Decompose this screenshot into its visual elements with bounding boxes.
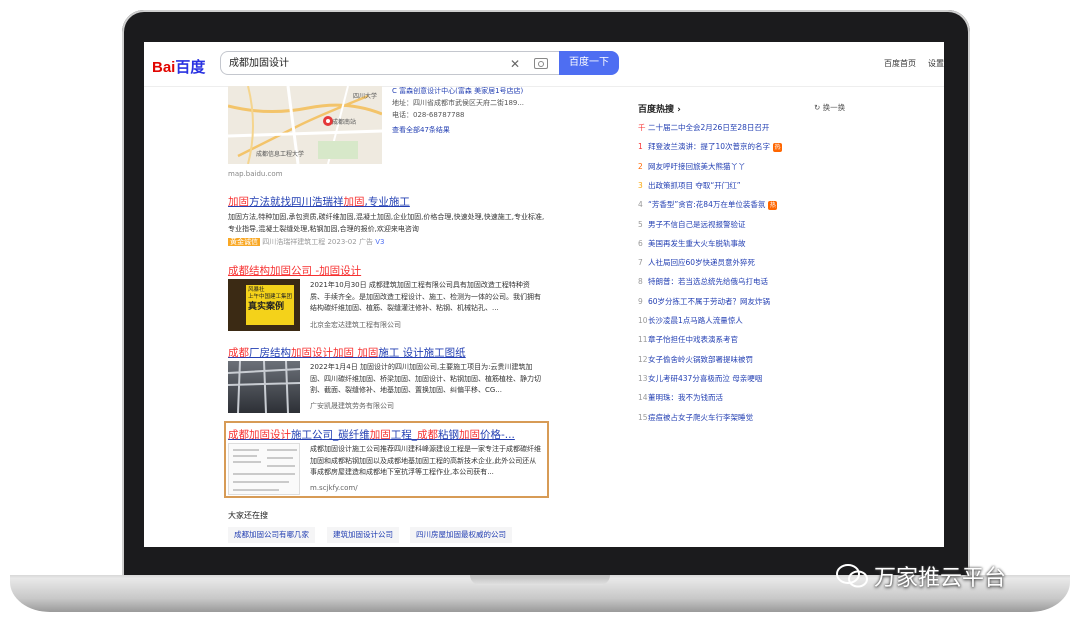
hot-list-text: 人社局回应60岁快递员意外猝死 [648,258,756,268]
result-3-snippet: 2022年1月4日 加固设计的四川加固公司,主要施工项目为:云贵川建筑加固、四川… [310,363,541,394]
also-search-chip[interactable]: 四川房屋加固最权威的公司 [410,527,512,543]
hot-list-item[interactable]: 6 美国再发生重大火车脱轨事故 [638,238,746,249]
hot-list-item[interactable]: 12女子偷舍岭火锅致部署提味被罚 [638,354,753,365]
hot-list-rank: 15 [638,412,648,422]
nav-settings-link[interactable]: 设置 [928,58,944,69]
result-1-source: 黄金诚信 四川浩瑞祥建筑工程 2023-02 广告 V3 [228,238,385,246]
result-3-title[interactable]: 成都厂房结构加固设计加固 加固施工 设计施工图纸 [228,345,550,360]
hot-badge: 热 [773,142,783,152]
result-2-source[interactable]: 北京金宏达建筑工程有限公司 [310,320,542,332]
map-label-school: 成都信息工程大学 [256,150,304,158]
watermark: 万家推云平台 [836,560,1006,592]
map-view-all-link[interactable]: 查看全部47条结果 [392,125,450,135]
hot-list-text: 网友呼吁接回旅美大熊猫丫丫 [648,161,746,171]
hot-list-item[interactable]: 3 出政策抓项目 夺取“开门红” [638,180,741,191]
hot-list-text: 董明珠：我不为钱而活 [648,393,723,403]
refresh-icon: ↻ [814,103,823,112]
wechat-icon [836,564,868,588]
hot-list-text: 拜登波兰演讲：提了10次普京的名字 [648,142,771,152]
hot-list-rank: 9 [638,296,643,306]
hot-list-item[interactable]: 10长沙凌晨1点马路人流量惊人 [638,315,743,326]
hot-list-item[interactable]: 11章子怡担任中戏表演系考官 [638,334,738,345]
hot-list-rank: 7 [638,258,643,268]
result-1: 加固方法就找四川浩瑞祥加固,专业施工 加固方法,特种加固,承包资质,碳纤维加固,… [228,194,550,247]
hot-list-rank: 14 [638,393,648,403]
hot-list-text: 出政策抓项目 夺取“开门红” [648,180,741,190]
hot-list-item[interactable]: 2 网友呼吁接回旅美大熊猫丫丫 [638,161,746,172]
hot-list-rank: 11 [638,335,648,345]
camera-icon[interactable] [534,58,548,69]
hot-list-rank: 6 [638,238,643,248]
result-3: 成都厂房结构加固设计加固 加固施工 设计施工图纸 [228,345,550,360]
result-2-snippet: 2021年10月30日 成都建筑加固工程有限公司具有加固改造工程特种资质、手续齐… [310,281,541,312]
hot-list-rank: 5 [638,219,643,229]
hot-list-rank: 13 [638,373,648,383]
hot-list-item[interactable]: 7 人社局回应60岁快递员意外猝死 [638,257,755,268]
hot-list-text: 特朗普：若当选总统先给俄乌打电话 [648,277,768,287]
hot-list-rank: 1 [638,142,643,152]
golden-badge: 黄金诚信 [228,238,260,246]
map-thumbnail[interactable]: 四川大学 成都南站 成都信息工程大学 [228,86,382,164]
hot-list-rank: 10 [638,316,648,325]
result-4-snippet: 成都加固设计施工公司推荐四川建科峰源建设工程是一家专注于成都碳纤维加固和成都粘钢… [310,445,541,476]
search-input[interactable]: 成都加固设计 [220,51,559,75]
map-label-chengdu-south: 成都南站 [332,118,356,126]
also-search-title: 大家还在搜 [228,511,268,520]
refresh-button[interactable]: ↻ 换一换 [814,102,845,113]
result-1-title[interactable]: 加固方法就找四川浩瑞祥加固,专业施工 [228,194,550,209]
also-search-chip[interactable]: 建筑加固设计公司 [327,527,399,543]
result-4-source[interactable]: m.scjkfy.com/ [310,483,542,495]
result-3-thumbnail[interactable] [227,360,301,414]
baidu-logo[interactable]: Bai百度 [152,56,205,77]
result-4-thumbnail[interactable] [228,443,300,495]
map-source: map.baidu.com [228,170,283,178]
laptop-notch [470,575,610,585]
hot-list-item[interactable]: 14董明珠：我不为钱而活 [638,392,723,403]
hot-list-rank: 12 [638,354,648,364]
hot-list-text: “芳香型”贪官:花84万在单位装香氛 [648,200,766,210]
result-4-title[interactable]: 成都加固设计施工公司_碳纤维加固工程_成都粘钢加固价格-... [228,427,550,442]
hot-list-text: 章子怡担任中戏表演系考官 [648,335,738,345]
result-2: 成都结构加固公司 -加固设计 [228,263,550,278]
search-header: Bai百度 成都加固设计 ✕ 百度一下 百度首页 设置 [144,42,944,87]
map-address: 地址：四川省成都市武侯区天府二街189... [392,99,525,107]
hot-list-text: 长沙凌晨1点马路人流量惊人 [648,316,743,325]
result-2-thumbnail[interactable]: 风暴社 上午中国建工集团 真实案例 [228,279,300,331]
hot-list-item[interactable]: 1 拜登波兰演讲：提了10次普京的名字热 [638,141,783,152]
hot-list-item[interactable]: 5 男子不信自己是远视报警验证 [638,219,746,230]
result-4: 成都加固设计施工公司_碳纤维加固工程_成都粘钢加固价格-... [228,427,550,442]
hot-list-rank: 2 [638,161,643,171]
search-button[interactable]: 百度一下 [559,51,619,75]
clear-icon[interactable]: ✕ [510,57,520,71]
hot-list-item[interactable]: 9 60岁分拣工不属于劳动者？网友炸锅 [638,296,770,307]
hot-list-rank: 千 [638,123,646,132]
browser-screen: Bai百度 成都加固设计 ✕ 百度一下 百度首页 设置 四川大学 成都南站 成都… [144,42,944,547]
hot-list-item[interactable]: 8 特朗普：若当选总统先给俄乌打电话 [638,276,768,287]
hot-list-rank: 3 [638,180,643,190]
hot-list-text: 女儿考研437分喜极而泣 母亲哽咽 [648,373,763,383]
result-3-source[interactable]: 广安凯晟建筑劳务有限公司 [310,401,542,413]
nav-home-link[interactable]: 百度首页 [884,58,916,69]
hot-list-item[interactable]: 千二十届二中全会2月26日至28日召开 [638,122,769,133]
hot-list-rank: 4 [638,200,643,210]
result-1-snippet: 加固方法,特种加固,承包资质,碳纤维加固,混凝土加固,企业加固,价格合理,快速处… [228,213,545,233]
hot-list-rank: 8 [638,277,643,287]
hot-list-text: 二十届二中全会2月26日至28日召开 [648,123,770,132]
map-place-name[interactable]: C 富森创意设计中心(富森 美家居1号店店) [392,86,523,96]
also-search-chip[interactable]: 成都加固公司有哪几家 [228,527,315,543]
hot-list-item[interactable]: 4 “芳香型”贪官:花84万在单位装香氛热 [638,199,778,210]
hot-list-text: 美国再发生重大火车脱轨事故 [648,238,746,248]
hot-list-title[interactable]: 百度热搜 › [638,102,681,115]
hot-list-text: 女子偷舍岭火锅致部署提味被罚 [648,354,753,364]
hot-list-text: 60岁分拣工不属于劳动者？网友炸锅 [648,296,771,306]
map-label-sichuan-univ: 四川大学 [353,92,377,100]
hot-badge: 热 [768,200,778,210]
hot-list-text: 痘痘被占女子爬火车行李架睡觉 [648,412,753,422]
result-2-title[interactable]: 成都结构加固公司 -加固设计 [228,263,550,278]
hot-list-item[interactable]: 13女儿考研437分喜极而泣 母亲哽咽 [638,373,762,384]
map-phone: 电话：028-68787788 [392,111,465,119]
verified-badge: V3 [375,238,385,246]
hot-list-text: 男子不信自己是远视报警验证 [648,219,746,229]
hot-list-item[interactable]: 15痘痘被占女子爬火车行李架睡觉 [638,412,753,423]
